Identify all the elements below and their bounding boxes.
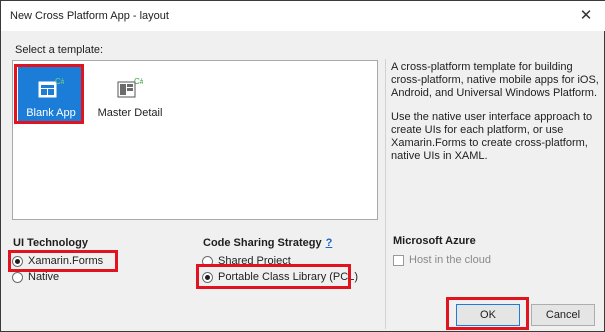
- close-button[interactable]: ✕: [576, 6, 596, 26]
- host-in-cloud-checkbox[interactable]: Host in the cloud: [393, 254, 491, 266]
- window-title: New Cross Platform App - layout: [10, 10, 169, 22]
- radio-selected-icon: [202, 271, 213, 283]
- radio-label: Shared Project: [218, 255, 291, 267]
- template-description: A cross-platform template for building c…: [391, 61, 599, 174]
- radio-xamarin-forms[interactable]: Xamarin.Forms: [12, 255, 103, 267]
- ok-button[interactable]: OK: [456, 304, 520, 326]
- template-list: C# Blank App C# Master Detail: [12, 60, 378, 220]
- master-detail-icon: C#: [117, 76, 145, 100]
- radio-unselected-icon: [202, 255, 213, 267]
- radio-shared-project[interactable]: Shared Project: [202, 255, 291, 267]
- radio-label: Native: [28, 271, 60, 283]
- title-bar: New Cross Platform App - layout ✕: [1, 1, 605, 31]
- checkbox-icon: [393, 254, 404, 266]
- template-label: Master Detail: [97, 107, 163, 119]
- select-template-label: Select a template:: [15, 44, 104, 56]
- svg-text:C#: C#: [55, 77, 64, 86]
- radio-label: Portable Class Library (PCL): [218, 271, 358, 283]
- radio-pcl[interactable]: Portable Class Library (PCL): [202, 271, 358, 283]
- template-blank-app[interactable]: C# Blank App: [18, 66, 84, 124]
- vertical-divider: [385, 59, 386, 329]
- radio-selected-icon: [12, 255, 23, 267]
- checkbox-label: Host in the cloud: [409, 254, 491, 266]
- code-sharing-title: Code Sharing Strategy?: [203, 237, 332, 249]
- template-label: Blank App: [26, 107, 76, 119]
- code-sharing-help-link[interactable]: ?: [326, 237, 333, 249]
- blank-app-icon: C#: [38, 76, 66, 100]
- description-paragraph-2: Use the native user interface approach t…: [391, 111, 593, 162]
- cancel-button[interactable]: Cancel: [531, 304, 595, 326]
- radio-native[interactable]: Native: [12, 271, 59, 283]
- template-master-detail[interactable]: C# Master Detail: [95, 66, 165, 124]
- azure-title: Microsoft Azure: [393, 235, 476, 247]
- dialog-window: New Cross Platform App - layout ✕ Select…: [0, 0, 605, 332]
- description-paragraph-1: A cross-platform template for building c…: [391, 61, 599, 99]
- radio-unselected-icon: [12, 271, 23, 283]
- radio-label: Xamarin.Forms: [28, 255, 104, 267]
- code-sharing-title-text: Code Sharing Strategy: [203, 237, 322, 249]
- svg-text:C#: C#: [134, 77, 143, 86]
- ui-technology-title: UI Technology: [13, 237, 88, 249]
